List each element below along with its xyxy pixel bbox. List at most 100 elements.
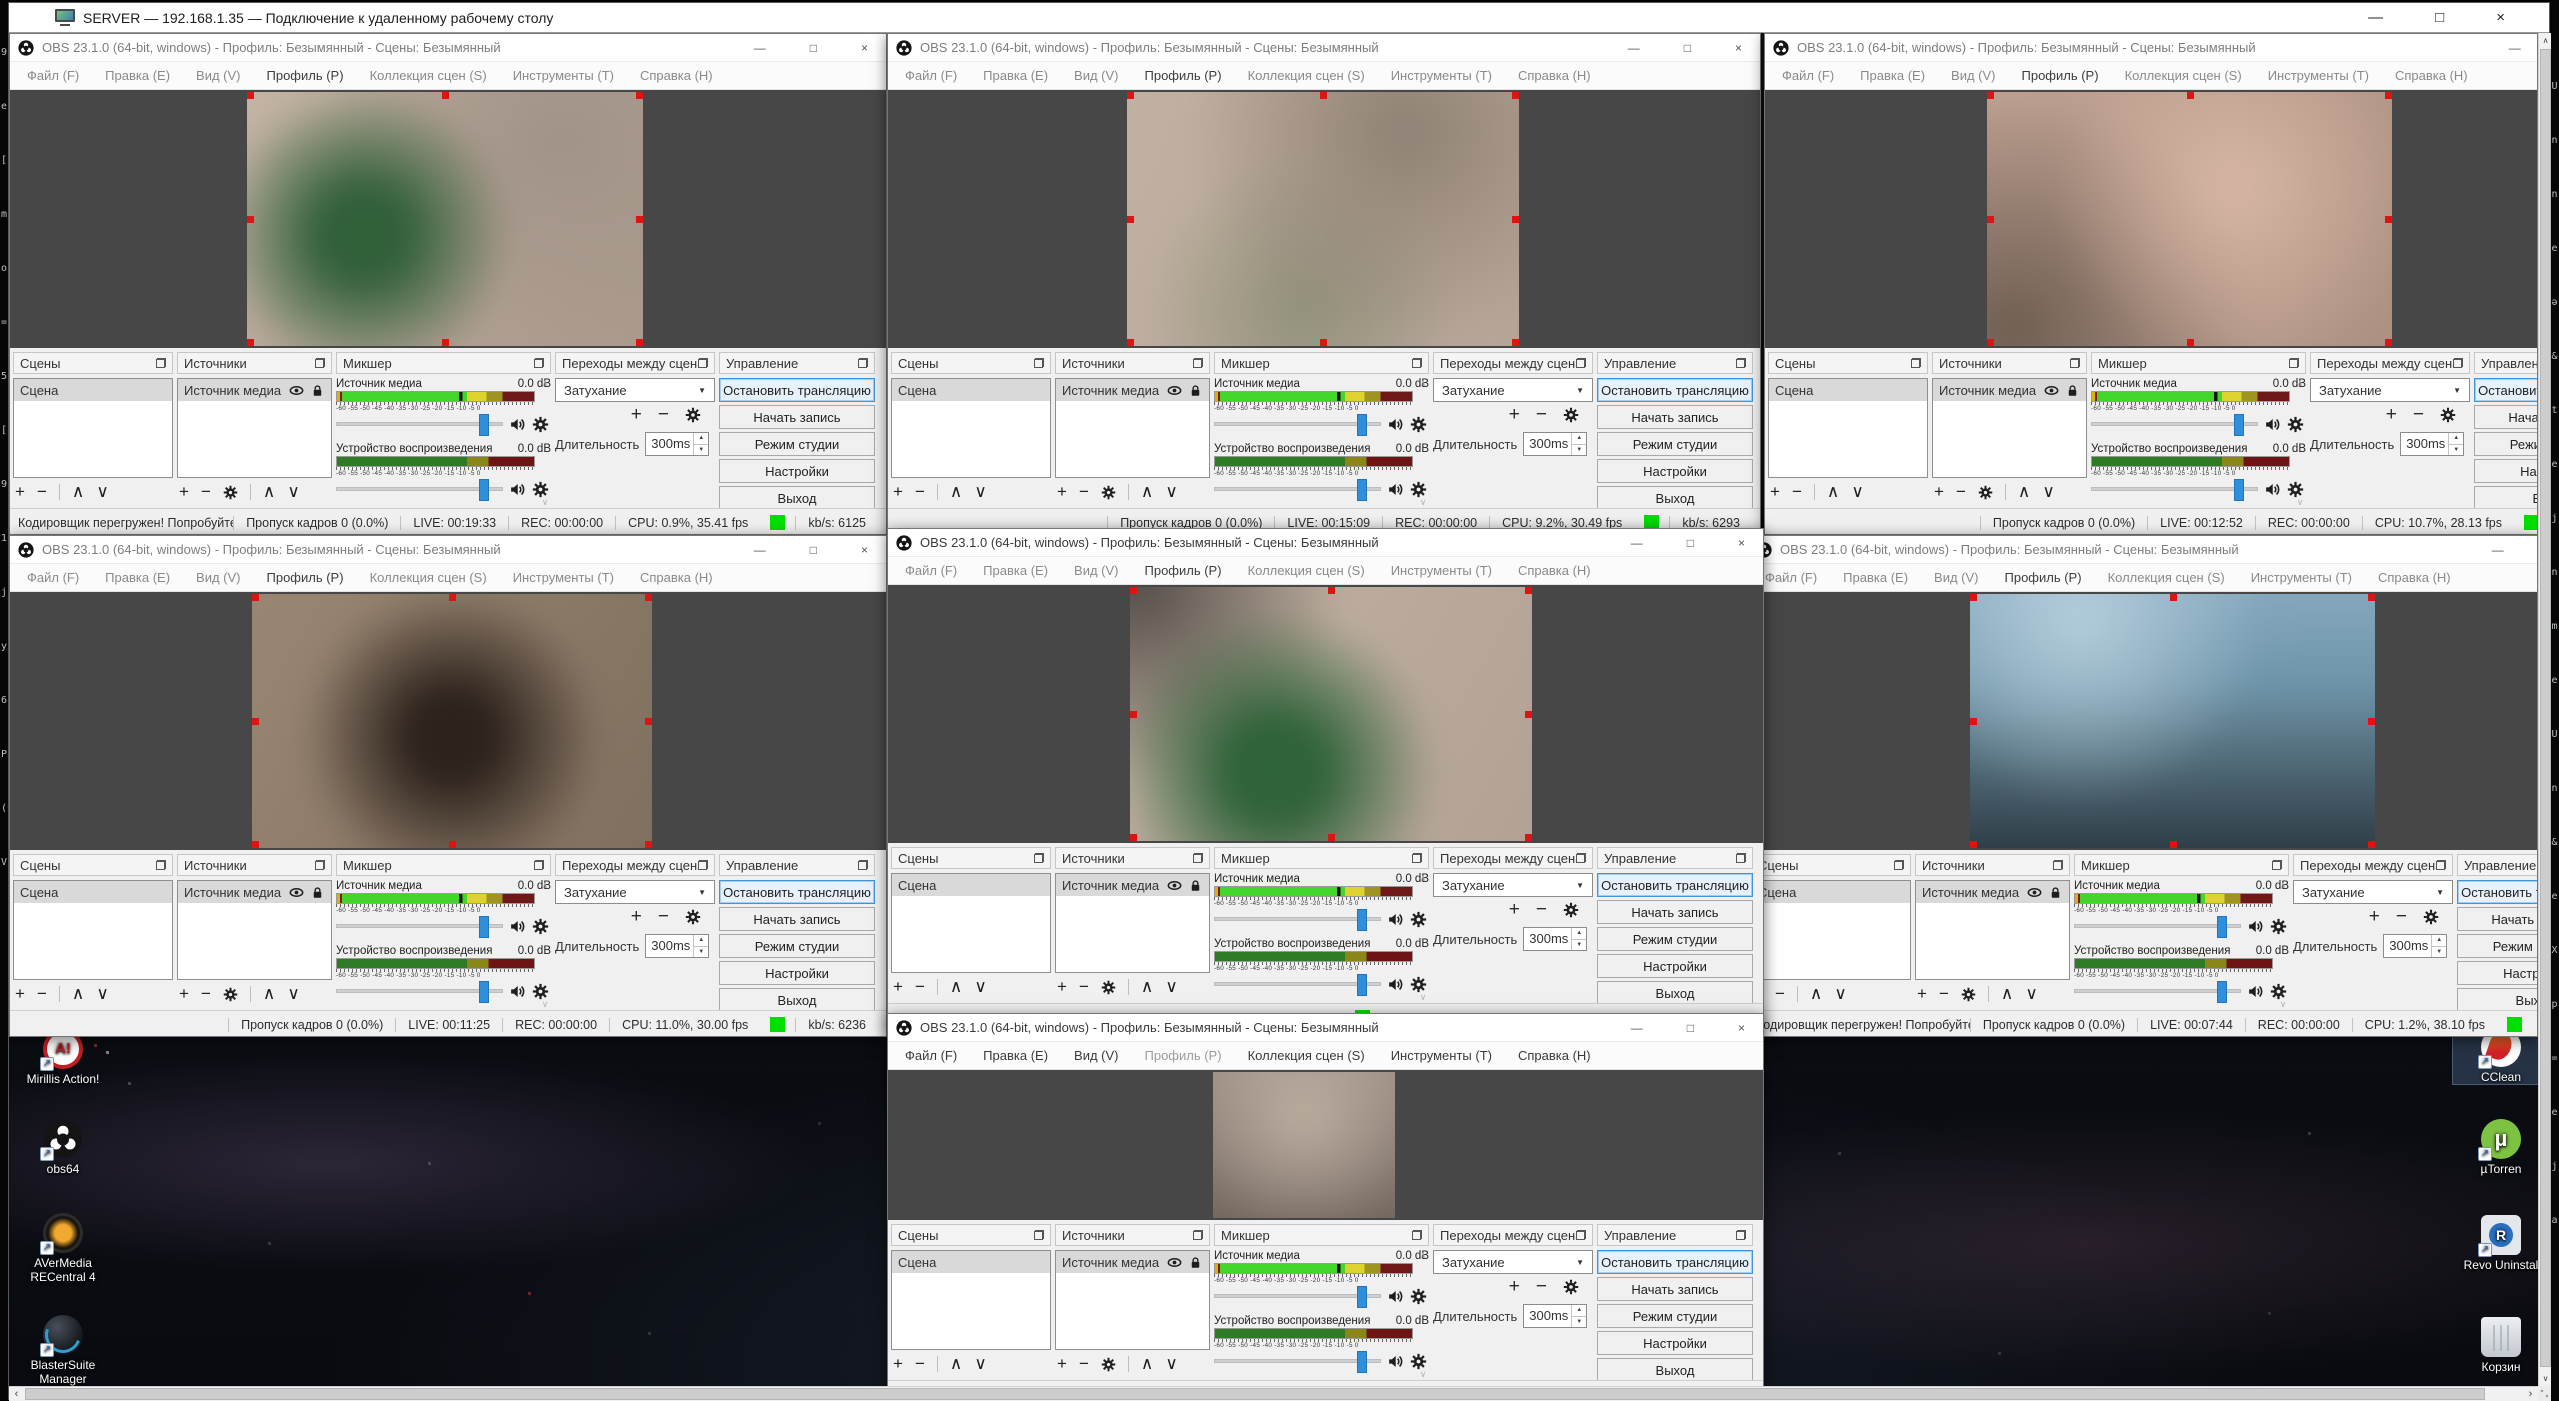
source-down-button[interactable]: ∨ xyxy=(287,984,299,1004)
menu-help[interactable]: Справка (H) xyxy=(627,68,726,83)
rdp-titlebar[interactable]: SERVER — 192.168.1.35 — Подключение к уд… xyxy=(9,3,2549,33)
volume-slider[interactable] xyxy=(1214,982,1381,986)
desktop-icon-mirillis-action[interactable]: A! ↗ Mirillis Action! xyxy=(15,1029,111,1086)
studio-mode-button[interactable]: Режим студии xyxy=(719,934,875,958)
visibility-eye-icon[interactable] xyxy=(289,885,304,900)
float-dock-icon[interactable] xyxy=(1193,358,1203,368)
transition-select[interactable]: Затухание ▼ xyxy=(2310,378,2470,402)
maximize-button[interactable]: □ xyxy=(1687,536,1694,550)
volume-slider-handle[interactable] xyxy=(2234,414,2244,436)
exit-button[interactable]: Выход xyxy=(719,486,875,510)
source-up-button[interactable]: ∧ xyxy=(2018,482,2030,502)
transition-gear-icon[interactable] xyxy=(2440,407,2456,423)
scroll-up-icon[interactable]: ∧ xyxy=(2539,33,2551,48)
duration-spinbox[interactable]: 300ms ▲ ▼ xyxy=(645,432,709,456)
speaker-icon[interactable] xyxy=(1387,416,1404,433)
float-dock-icon[interactable] xyxy=(1034,853,1044,863)
menu-view[interactable]: Вид (V) xyxy=(183,570,253,585)
start-recording-button[interactable]: Начать запись xyxy=(1597,900,1753,924)
duration-value[interactable]: 300ms xyxy=(646,935,693,957)
float-dock-icon[interactable] xyxy=(1193,853,1203,863)
preview-area[interactable] xyxy=(888,585,1763,843)
volume-slider[interactable] xyxy=(336,422,503,426)
scene-down-button[interactable]: ∨ xyxy=(96,482,108,502)
scene-list[interactable]: Сцена xyxy=(1751,880,1911,980)
float-dock-icon[interactable] xyxy=(1034,1230,1044,1240)
volume-slider[interactable] xyxy=(336,989,503,993)
volume-slider[interactable] xyxy=(336,924,503,928)
desktop-icon-avermedia-recentral[interactable]: ↗ AVerMedia RECentral 4 xyxy=(15,1213,111,1284)
menu-view[interactable]: Вид (V) xyxy=(1061,68,1131,83)
preview-area[interactable] xyxy=(10,90,886,348)
menu-file[interactable]: Файл (F) xyxy=(14,68,92,83)
source-item[interactable]: Источник медиа xyxy=(1056,379,1209,401)
menu-tools[interactable]: Инструменты (Т) xyxy=(1378,1048,1505,1063)
mixer-scrollbar[interactable]: ∧∨ xyxy=(2294,378,2306,508)
duration-spinbox[interactable]: 300ms ▲ ▼ xyxy=(2383,934,2447,958)
float-dock-icon[interactable] xyxy=(156,358,166,368)
menu-edit[interactable]: Правка (E) xyxy=(92,570,183,585)
resize-handle[interactable] xyxy=(2385,216,2392,223)
remove-transition-button[interactable]: − xyxy=(1536,899,1547,921)
menu-file[interactable]: Файл (F) xyxy=(892,1048,970,1063)
resize-handle[interactable] xyxy=(442,339,449,346)
scene-item[interactable]: Сцена xyxy=(14,379,172,401)
scroll-left-icon[interactable]: ‹ xyxy=(9,1387,24,1401)
remove-source-button[interactable]: − xyxy=(1079,1354,1089,1374)
resize-handle[interactable] xyxy=(2368,841,2375,848)
source-properties-gear-icon[interactable] xyxy=(1961,987,1976,1002)
float-dock-icon[interactable] xyxy=(1193,1230,1203,1240)
start-recording-button[interactable]: Начать запись xyxy=(2474,405,2538,429)
speaker-icon[interactable] xyxy=(2247,983,2264,1000)
resize-handle[interactable] xyxy=(1970,594,1977,601)
float-dock-icon[interactable] xyxy=(1576,358,1586,368)
resize-handle[interactable] xyxy=(252,594,259,601)
add-scene-button[interactable]: + xyxy=(1770,482,1780,502)
volume-slider[interactable] xyxy=(2091,422,2258,426)
resize-handle[interactable] xyxy=(2368,594,2375,601)
studio-mode-button[interactable]: Режим студии xyxy=(2457,934,2538,958)
exit-button[interactable]: Выход xyxy=(2474,486,2538,510)
minimize-button[interactable]: — xyxy=(754,41,766,55)
speaker-icon[interactable] xyxy=(1387,976,1404,993)
desktop-icon-utorrent[interactable]: µ ↗ µTorren xyxy=(2453,1119,2549,1176)
source-up-button[interactable]: ∧ xyxy=(263,482,275,502)
remove-scene-button[interactable]: − xyxy=(1792,482,1802,502)
start-recording-button[interactable]: Начать запись xyxy=(719,907,875,931)
mixer-scrollbar[interactable]: ∧∨ xyxy=(1417,378,1429,508)
scene-item[interactable]: Сцена xyxy=(892,1251,1050,1273)
scene-list[interactable]: Сцена xyxy=(1768,378,1928,478)
resize-handle[interactable] xyxy=(2187,92,2194,99)
stop-streaming-button[interactable]: Остановить трансляцию xyxy=(719,378,875,402)
spin-up-icon[interactable]: ▲ xyxy=(2432,935,2446,947)
visibility-eye-icon[interactable] xyxy=(1167,383,1182,398)
stop-streaming-button[interactable]: Остановить трансляцию xyxy=(1597,378,1753,402)
resize-handle[interactable] xyxy=(645,841,652,848)
resize-handle[interactable] xyxy=(1987,339,1994,346)
spin-down-icon[interactable]: ▼ xyxy=(1572,940,1586,951)
float-dock-icon[interactable] xyxy=(1412,853,1422,863)
remove-transition-button[interactable]: − xyxy=(2396,906,2407,928)
scene-up-button[interactable]: ∧ xyxy=(950,977,962,997)
lock-icon[interactable] xyxy=(310,383,325,398)
volume-slider-handle[interactable] xyxy=(1357,1351,1367,1373)
horizontal-scrollbar[interactable]: ‹ › xyxy=(9,1386,2538,1401)
menu-file[interactable]: Файл (F) xyxy=(1769,68,1847,83)
lock-icon[interactable] xyxy=(2048,885,2063,900)
rdp-minimize-button[interactable]: — xyxy=(2368,9,2383,26)
mixer-scrollbar[interactable]: ∧∨ xyxy=(1417,873,1429,1003)
scene-item[interactable]: Сцена xyxy=(14,881,172,903)
resize-handle[interactable] xyxy=(1130,834,1137,841)
scene-item[interactable]: Сцена xyxy=(892,874,1050,896)
add-source-button[interactable]: + xyxy=(1057,482,1067,502)
vertical-scrollbar-thumb[interactable] xyxy=(2540,49,2551,1367)
source-item[interactable]: Источник медиа xyxy=(178,379,331,401)
source-up-button[interactable]: ∧ xyxy=(1141,977,1153,997)
minimize-button[interactable]: — xyxy=(2492,543,2504,557)
remove-transition-button[interactable]: − xyxy=(1536,1276,1547,1298)
resize-handle[interactable] xyxy=(1525,834,1532,841)
source-up-button[interactable]: ∧ xyxy=(1141,1354,1153,1374)
float-dock-icon[interactable] xyxy=(2070,358,2080,368)
float-dock-icon[interactable] xyxy=(1911,358,1921,368)
source-item[interactable]: Источник медиа xyxy=(1056,1251,1209,1273)
